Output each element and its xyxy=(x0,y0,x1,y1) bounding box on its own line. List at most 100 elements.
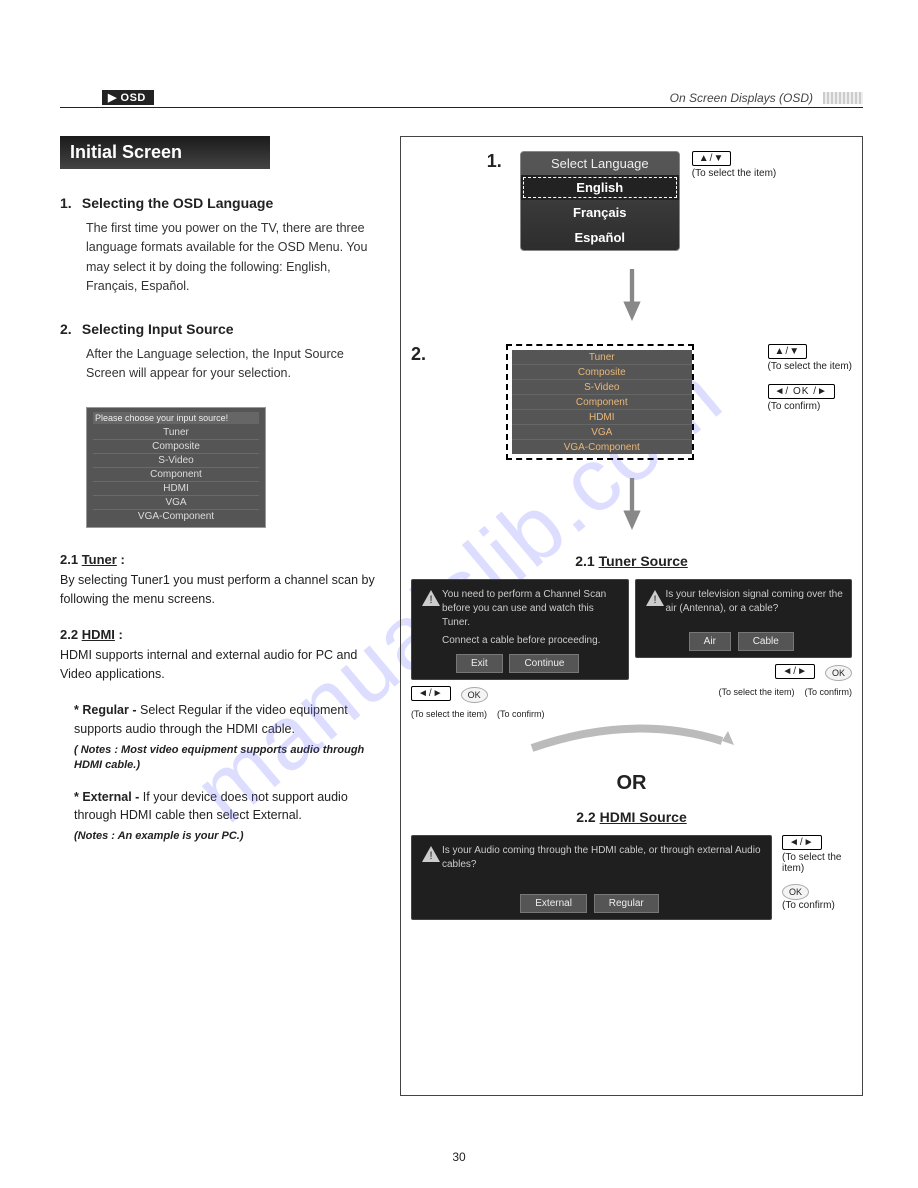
sec2-body: After the Language selection, the Input … xyxy=(60,345,380,384)
hint-text: (To select the item) xyxy=(718,687,794,697)
panel-item: Component xyxy=(93,468,259,482)
left-column: Initial Screen 1. Selecting the OSD Lang… xyxy=(60,136,380,1096)
sec1-body: The first time you power on the TV, ther… xyxy=(60,219,380,297)
sub22-label: 2.2 HDMI : xyxy=(60,627,123,642)
sec2-title: Selecting Input Source xyxy=(82,321,234,337)
shot-b-line1: Is your television signal coming over th… xyxy=(666,588,844,616)
tuner-shots: ! You need to perform a Channel Scan bef… xyxy=(411,579,852,719)
leftright-key-icon: ◄/► xyxy=(782,835,822,850)
warning-icon: ! xyxy=(422,846,440,862)
hint-text: (To select the item) xyxy=(411,709,487,719)
source-item: HDMI xyxy=(512,410,692,425)
tuner-shot-b: ! Is your television signal coming over … xyxy=(635,579,853,658)
regular-button: Regular xyxy=(594,894,659,913)
continue-button: Continue xyxy=(509,654,579,673)
panel-item: Tuner xyxy=(93,426,259,440)
step1-hint-text: (To select the item) xyxy=(692,168,776,179)
panel-title: Please choose your input source! xyxy=(93,412,259,424)
hdmi-hint2: (To confirm) xyxy=(782,900,835,911)
source-dashed-box: Tuner Composite S-Video Component HDMI V… xyxy=(506,344,694,460)
hdmi-shot: ! Is your Audio coming through the HDMI … xyxy=(411,835,772,920)
panel-item: S-Video xyxy=(93,454,259,468)
header-tab: ▶ OSD xyxy=(102,90,154,105)
page-header: ▶ OSD On Screen Displays (OSD) xyxy=(60,90,863,108)
step2-hint2: (To confirm) xyxy=(768,401,821,412)
sub21-heading: 2.1 Tuner : xyxy=(60,552,380,567)
leftright-key-icon: ◄/► xyxy=(411,686,451,701)
source-item: VGA xyxy=(512,425,692,440)
right-column: 1. Select Language English Français Espa… xyxy=(400,136,863,1096)
external-button: External xyxy=(520,894,587,913)
hdmi-hint1: (To select the item) xyxy=(782,852,841,874)
sub22-heading: 2.2 HDMI : xyxy=(60,627,380,642)
ok-key-icon: OK xyxy=(825,665,852,681)
step2-hints: ▲/▼ (To select the item) ◄/ OK /► (To co… xyxy=(768,344,852,412)
lang-title: Select Language xyxy=(521,152,679,175)
step2-number: 2. xyxy=(411,344,426,365)
language-select-box: Select Language English Français Español xyxy=(520,151,680,251)
ok-key-icon: ◄/ OK /► xyxy=(768,384,835,399)
tuner-hint-left: ◄/► OK xyxy=(411,686,629,703)
input-source-panel: Please choose your input source! Tuner C… xyxy=(86,407,266,528)
external-lead: * External - xyxy=(74,790,143,804)
sec1-title: Selecting the OSD Language xyxy=(82,195,273,211)
panel-item: VGA-Component xyxy=(93,510,259,523)
source-item: VGA-Component xyxy=(512,440,692,454)
tuner-source-title: 2.1 Tuner Source xyxy=(411,553,852,569)
sec2-heading: 2. Selecting Input Source xyxy=(60,321,380,337)
regular-note: ( Notes : Most video equipment supports … xyxy=(74,743,380,774)
header-right-label: On Screen Displays (OSD) xyxy=(670,91,817,105)
lang-opt-english: English xyxy=(521,175,679,200)
tuner-shot-a: ! You need to perform a Channel Scan bef… xyxy=(411,579,629,680)
svg-text:!: ! xyxy=(429,850,432,862)
warning-icon: ! xyxy=(422,590,440,606)
lang-opt-espanol: Español xyxy=(521,225,679,250)
step2-hint1: (To select the item) xyxy=(768,361,852,372)
step1-number: 1. xyxy=(487,151,502,172)
source-panel: Tuner Composite S-Video Component HDMI V… xyxy=(512,350,692,454)
svg-text:!: ! xyxy=(429,594,432,606)
shot-a-line2: Connect a cable before proceeding. xyxy=(442,634,620,648)
exit-button: Exit xyxy=(456,654,503,673)
source-item: Component xyxy=(512,395,692,410)
regular-block: * Regular - Select Regular if the video … xyxy=(60,701,380,773)
hdmi-msg: Is your Audio coming through the HDMI ca… xyxy=(442,844,763,872)
external-note: (Notes : An example is your PC.) xyxy=(74,829,380,844)
curve-arrow-icon xyxy=(411,723,852,758)
arrow-down-icon xyxy=(411,269,852,326)
sub21-body: By selecting Tuner1 you must perform a c… xyxy=(60,571,380,609)
hdmi-source-title: 2.2 HDMI Source xyxy=(411,809,852,825)
hint-text: (To confirm) xyxy=(497,709,545,719)
tuner-hint-right-txt: (To select the item) (To confirm) xyxy=(635,687,853,697)
panel-item: VGA xyxy=(93,496,259,510)
arrow-down-icon xyxy=(411,478,852,535)
hdmi-hints: ◄/► (To select the item) OK (To confirm) xyxy=(782,835,852,911)
source-item: Tuner xyxy=(512,350,692,365)
cable-button: Cable xyxy=(738,632,794,651)
sec2-num: 2. xyxy=(60,321,78,337)
source-item: Composite xyxy=(512,365,692,380)
page-number: 30 xyxy=(452,1150,465,1164)
step1-hint: ▲/▼ (To select the item) xyxy=(692,151,776,179)
external-block: * External - If your device does not sup… xyxy=(60,788,380,845)
warning-icon: ! xyxy=(646,590,664,606)
lang-opt-francais: Français xyxy=(521,200,679,225)
svg-text:!: ! xyxy=(653,594,656,606)
shot-a-line1: You need to perform a Channel Scan befor… xyxy=(442,588,620,630)
source-item: S-Video xyxy=(512,380,692,395)
header-strip xyxy=(823,92,863,104)
hint-text: (To confirm) xyxy=(804,687,852,697)
sec1-num: 1. xyxy=(60,195,78,211)
tuner-hint-left-txt: (To select the item) (To confirm) xyxy=(411,709,629,719)
air-button: Air xyxy=(689,632,731,651)
step2-row: 2. Tuner Composite S-Video Component HDM… xyxy=(411,344,852,460)
leftright-key-icon: ◄/► xyxy=(775,664,815,679)
sec1-heading: 1. Selecting the OSD Language xyxy=(60,195,380,211)
panel-item: Composite xyxy=(93,440,259,454)
sub21-label: 2.1 Tuner : xyxy=(60,552,125,567)
section-banner: Initial Screen xyxy=(60,136,270,169)
ok-key-icon: OK xyxy=(461,687,488,703)
tuner-hint-right: ◄/► OK xyxy=(635,664,853,681)
sub22-body: HDMI supports internal and external audi… xyxy=(60,646,380,684)
or-label: OR xyxy=(411,772,852,795)
